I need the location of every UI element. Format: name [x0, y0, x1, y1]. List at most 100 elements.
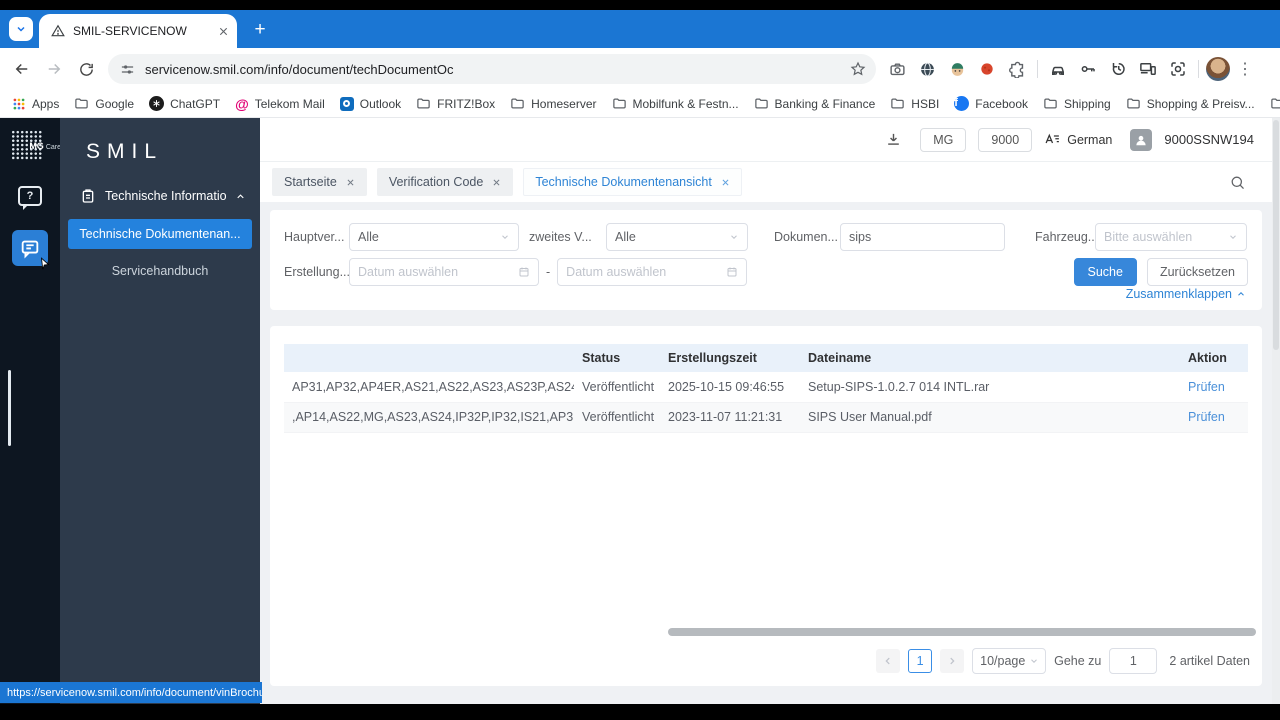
date-to-input[interactable]: Datum auswählen	[557, 258, 748, 286]
key-icon[interactable]	[1075, 56, 1101, 82]
bookmark-telekom-mail[interactable]: @ Telekom Mail	[235, 97, 325, 111]
browser-scrollbar[interactable]	[1272, 118, 1280, 704]
prev-page-button[interactable]	[876, 649, 901, 673]
logo-text-light: Care	[45, 144, 61, 151]
table-header-row: Status Erstellungszeit Dateiname Aktion	[284, 344, 1248, 372]
bookmark-homeserver[interactable]: Homeserver	[510, 96, 597, 111]
pruefen-link[interactable]: Prüfen	[1188, 410, 1225, 424]
page-size-select[interactable]: 10/page	[972, 648, 1047, 674]
bookmark-shipping[interactable]: Shipping	[1043, 96, 1111, 111]
browser-tab[interactable]: SMIL-SERVICENOW	[39, 14, 237, 48]
sidebar-item-technische-dokumentenansicht[interactable]: Technische Dokumentenan...	[68, 219, 252, 249]
bookmark-banking[interactable]: Banking & Finance	[754, 96, 875, 111]
site-info-icon[interactable]	[120, 62, 135, 77]
search-button[interactable]: Suche	[1073, 258, 1137, 286]
bookmark-chatgpt[interactable]: ChatGPT	[149, 96, 220, 111]
select-value: Alle	[358, 230, 379, 244]
pruefen-link[interactable]: Prüfen	[1188, 380, 1225, 394]
bookmark-hsbi[interactable]: HSBI	[890, 96, 939, 111]
tab-search-button[interactable]	[9, 17, 33, 41]
language-selector[interactable]: German	[1044, 131, 1112, 148]
logo-text-bold: MG	[29, 141, 44, 151]
documents-chat-button[interactable]	[12, 230, 50, 270]
app-header: MG 9000 German 9000SSNW194	[260, 118, 1272, 162]
pagination: 1 10/page Gehe zu 2 artikel Daten	[876, 648, 1250, 674]
tab-startseite[interactable]: Startseite	[272, 168, 367, 196]
close-icon[interactable]	[721, 178, 730, 187]
region-selector[interactable]: MG	[920, 127, 967, 152]
browser-menu-icon[interactable]: ⋮	[1234, 59, 1256, 79]
sidebar-scrollbar-thumb[interactable]	[8, 370, 11, 446]
telekom-at-icon: @	[235, 95, 249, 112]
bookmark-outlook[interactable]: Outlook	[339, 96, 401, 111]
extensions-puzzle-icon[interactable]	[1004, 56, 1030, 82]
current-page[interactable]: 1	[908, 649, 933, 673]
table-row: AP31,AP32,AP4ER,AS21,AS22,AS23,AS23P,AS2…	[284, 372, 1248, 403]
bookmark-sportnews[interactable]: Sport-News	[1270, 96, 1280, 111]
app-rail: MG Care ?	[0, 118, 61, 704]
bookmark-google[interactable]: Google	[74, 96, 134, 111]
content-area: Hauptver... Alle zweites V... Alle Dokum…	[260, 202, 1272, 704]
red-extension-icon[interactable]	[974, 56, 1000, 82]
dokument-input-wrap	[840, 223, 1005, 251]
help-chat-icon: ?	[18, 186, 42, 210]
collapse-link[interactable]: Zusammenklappen	[1126, 287, 1246, 301]
close-icon[interactable]	[346, 178, 355, 187]
hauptversion-select[interactable]: Alle	[349, 223, 519, 251]
car-extension-icon[interactable]	[1045, 56, 1071, 82]
new-tab-button[interactable]: +	[249, 20, 271, 39]
help-chat-button[interactable]: ?	[12, 180, 48, 212]
bookmark-mobilfunk[interactable]: Mobilfunk & Festn...	[612, 96, 739, 111]
bookmark-shopping[interactable]: Shopping & Preisv...	[1126, 96, 1255, 111]
download-icon[interactable]	[885, 131, 902, 148]
search-icon[interactable]	[1229, 174, 1246, 191]
next-page-button[interactable]	[940, 649, 965, 673]
tab-close-icon[interactable]	[218, 26, 229, 37]
tab-label: Verification Code	[388, 175, 484, 189]
filter-panel: Hauptver... Alle zweites V... Alle Dokum…	[270, 210, 1262, 310]
sidebar-item-servicehandbuch[interactable]: Servicehandbuch	[60, 264, 260, 278]
close-icon[interactable]	[492, 178, 501, 187]
language-label: German	[1067, 132, 1113, 147]
camera-extension-icon[interactable]	[884, 56, 910, 82]
zweite-version-select[interactable]: Alle	[606, 223, 748, 251]
character-extension-icon[interactable]	[944, 56, 970, 82]
back-icon[interactable]	[8, 55, 36, 83]
forward-icon[interactable]	[40, 55, 68, 83]
sidebar-group-technische-informationen[interactable]: Technische Informatio...	[60, 186, 260, 206]
app-window: MG Care ? SMIL Technische Informatio... …	[0, 118, 1280, 704]
date-from-input[interactable]: Datum auswählen	[349, 258, 539, 286]
bookmark-star-icon[interactable]	[850, 61, 866, 77]
facebook-icon: f	[954, 96, 970, 111]
select-value: Alle	[615, 230, 636, 244]
date-placeholder: Datum auswählen	[566, 265, 667, 279]
horizontal-scrollbar-thumb[interactable]	[668, 628, 1256, 636]
collapse-label: Zusammenklappen	[1125, 287, 1232, 301]
url-text: servicenow.smil.com/info/document/techDo…	[145, 61, 454, 77]
tab-technische-dokumentenansicht[interactable]: Technische Dokumentenansicht	[523, 168, 742, 196]
bookmark-label: Shopping & Preisv...	[1146, 96, 1255, 111]
browser-scrollbar-thumb[interactable]	[1273, 120, 1279, 350]
fahrzeug-select[interactable]: Bitte auswählen	[1095, 223, 1247, 251]
history-icon[interactable]	[1105, 56, 1131, 82]
lens-camera-icon[interactable]	[1165, 56, 1191, 82]
folder-icon	[1043, 96, 1058, 111]
dokument-input[interactable]	[849, 230, 996, 244]
bookmark-facebook[interactable]: f Facebook	[954, 96, 1028, 111]
bookmark-fritzbox[interactable]: FRITZ!Box	[416, 96, 495, 111]
reset-button[interactable]: Zurücksetzen	[1146, 258, 1248, 286]
bookmark-apps[interactable]: Apps	[12, 97, 59, 111]
reload-icon[interactable]	[72, 55, 100, 83]
bookmark-label: FRITZ!Box	[437, 96, 496, 111]
dealer-code-selector[interactable]: 9000	[978, 127, 1033, 152]
globe-extension-icon[interactable]	[914, 56, 940, 82]
date-placeholder: Datum auswählen	[358, 265, 459, 279]
cursor-pointer-icon	[38, 256, 52, 272]
address-bar[interactable]: servicenow.smil.com/info/document/techDo…	[108, 54, 876, 84]
devices-icon[interactable]	[1135, 56, 1161, 82]
sidebar: SMIL Technische Informatio... Technische…	[60, 118, 260, 704]
goto-page-input[interactable]	[1109, 648, 1158, 674]
profile-avatar[interactable]	[1206, 57, 1230, 81]
tab-verification-code[interactable]: Verification Code	[376, 168, 514, 196]
goto-label: Gehe zu	[1054, 654, 1102, 668]
